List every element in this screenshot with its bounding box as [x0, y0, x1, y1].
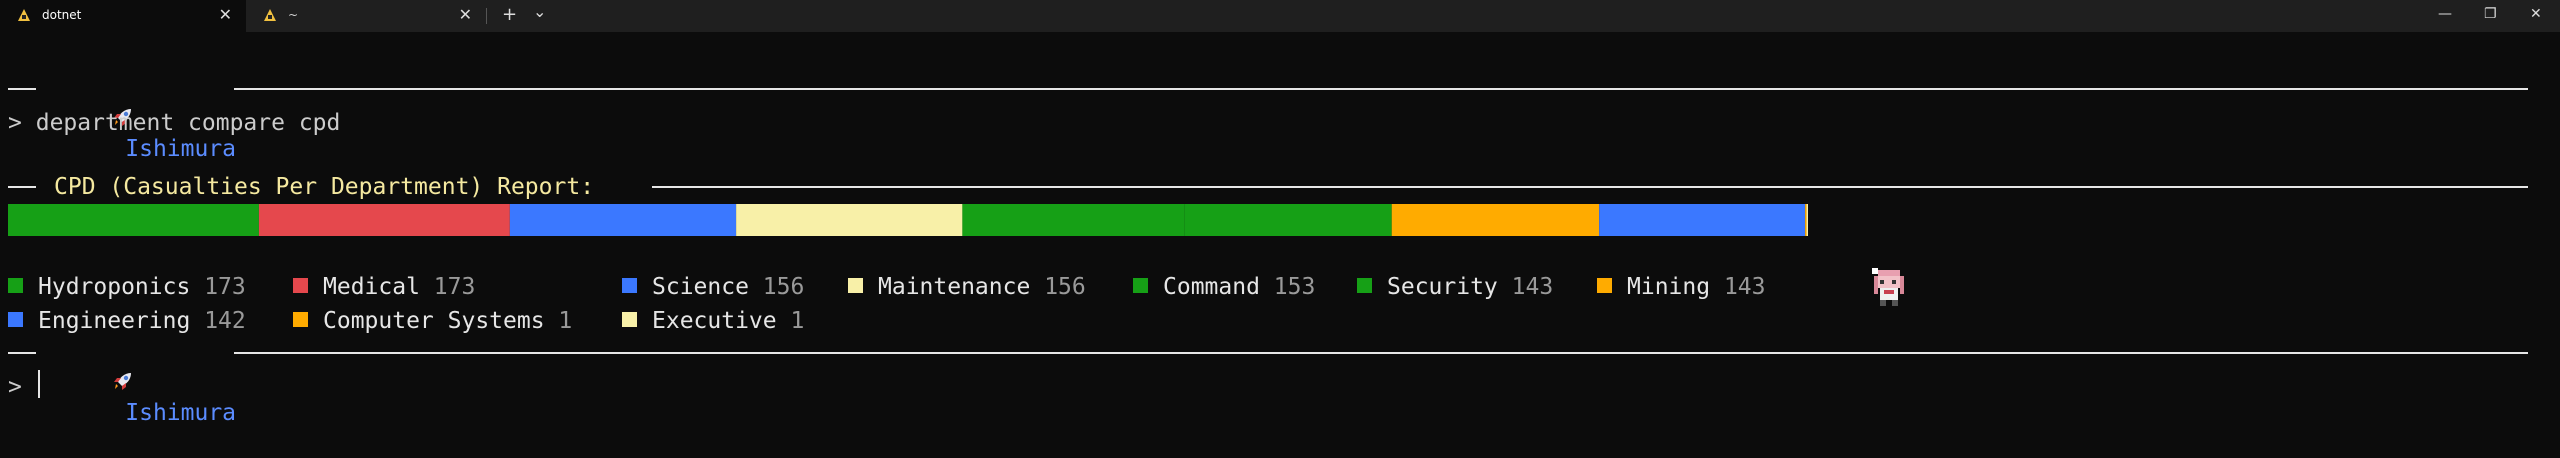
bar-segment-engineering [1599, 204, 1806, 236]
legend-item-science: Science 156 [622, 272, 804, 302]
legend-item-engineering: Engineering 142 [8, 306, 246, 336]
tab-divider [486, 8, 487, 24]
legend-item-executive: Executive 1 [622, 306, 804, 336]
legend-swatch [1133, 278, 1148, 293]
legend-item-command: Command 153 [1133, 272, 1315, 302]
bar-segment-medical [258, 204, 510, 236]
command-text: department compare cpd [35, 110, 341, 136]
legend-value: 1 [558, 308, 573, 334]
report-title: CPD (Casualties Per Department) Report: [54, 174, 595, 200]
legend-item-hydroponics: Hydroponics 173 [8, 272, 246, 302]
report-rule-right [652, 186, 2528, 188]
legend-swatch [848, 278, 863, 293]
legend-label: Engineering [38, 308, 191, 334]
legend-value: 143 [1511, 274, 1554, 300]
legend-value: 173 [204, 274, 246, 300]
legend-label: Maintenance [878, 274, 1031, 300]
legend-label: Mining [1627, 274, 1711, 300]
legend-label: Security [1387, 274, 1498, 300]
prompt-host-name: Ishimura [125, 400, 237, 426]
terminal-profile-icon [264, 9, 276, 21]
legend-item-mining: Mining 143 [1597, 272, 1766, 302]
bar-segment-science [509, 204, 737, 236]
legend-swatch [1597, 278, 1612, 293]
legend-label: Computer Systems [323, 308, 545, 334]
legend-value: 1 [790, 308, 805, 334]
legend-swatch [1357, 278, 1372, 293]
header-rule-right [234, 88, 2528, 90]
prompt-symbol: > [8, 110, 22, 136]
legend-value: 143 [1723, 274, 1766, 300]
report-rule-left [8, 186, 36, 188]
close-window-button[interactable]: ✕ [2530, 6, 2542, 22]
legend-item-security: Security 143 [1357, 272, 1553, 302]
legend-swatch [622, 278, 637, 293]
tab-label: dotnet [42, 8, 82, 22]
tab-dropdown-button[interactable]: ⌄ [533, 2, 546, 21]
legend-label: Command [1163, 274, 1260, 300]
cpd-stacked-bar-chart [8, 204, 1808, 236]
legend-item-maintenance: Maintenance 156 [848, 272, 1086, 302]
tab-dotnet[interactable]: dotnet ✕ [0, 0, 246, 32]
header-rule-right [234, 352, 2528, 354]
tab-label: ~ [288, 8, 299, 22]
legend-value: 153 [1273, 274, 1316, 300]
command-line: > department compare cpd [8, 108, 340, 138]
header-rule-left [8, 88, 36, 90]
legend-label: Hydroponics [38, 274, 191, 300]
bar-segment-computer-systems [1805, 204, 1807, 236]
minimize-button[interactable]: — [2438, 6, 2452, 22]
prompt-host-name: Ishimura [125, 136, 237, 162]
close-tab-icon[interactable]: ✕ [459, 5, 472, 24]
maximize-button[interactable]: ❐ [2484, 6, 2497, 22]
legend-label: Executive [652, 308, 777, 334]
prompt-symbol: > [8, 374, 22, 400]
tab-home[interactable]: ~ ✕ [246, 0, 486, 32]
legend-item-computer-systems: Computer Systems 1 [293, 306, 572, 336]
legend-value: 173 [433, 274, 476, 300]
bar-segment-hydroponics [8, 204, 259, 236]
bar-segment-executive [1806, 204, 1808, 236]
legend-value: 156 [1044, 274, 1086, 300]
legend-swatch [622, 312, 637, 327]
legend-value: 142 [204, 308, 246, 334]
legend-swatch [8, 312, 23, 327]
text-cursor [38, 370, 40, 398]
legend-label: Science [652, 274, 749, 300]
legend-swatch [293, 312, 308, 327]
bar-segment-maintenance [736, 204, 963, 236]
legend-label: Medical [323, 274, 420, 300]
legend-value: 156 [762, 274, 805, 300]
legend-swatch [8, 278, 23, 293]
bar-segment-command [962, 204, 1185, 236]
prompt-header: Ishimura [56, 338, 236, 458]
input-line[interactable]: > [8, 372, 36, 402]
header-rule-left [8, 352, 36, 354]
terminal-profile-icon [18, 9, 30, 21]
rocket-icon [114, 373, 132, 390]
legend-item-medical: Medical 173 [293, 272, 475, 302]
legend-swatch [293, 278, 308, 293]
close-tab-icon[interactable]: ✕ [219, 5, 232, 24]
bar-segment-security [1184, 204, 1392, 236]
new-tab-button[interactable]: + [502, 4, 517, 25]
title-bar: dotnet ✕ ~ ✕ + ⌄ — ❐ ✕ [0, 0, 2560, 32]
terminal-pane[interactable]: Ishimura > department compare cpd CPD (C… [0, 32, 2560, 440]
bar-segment-mining [1391, 204, 1600, 236]
pixel-character-sprite [1872, 268, 1904, 306]
